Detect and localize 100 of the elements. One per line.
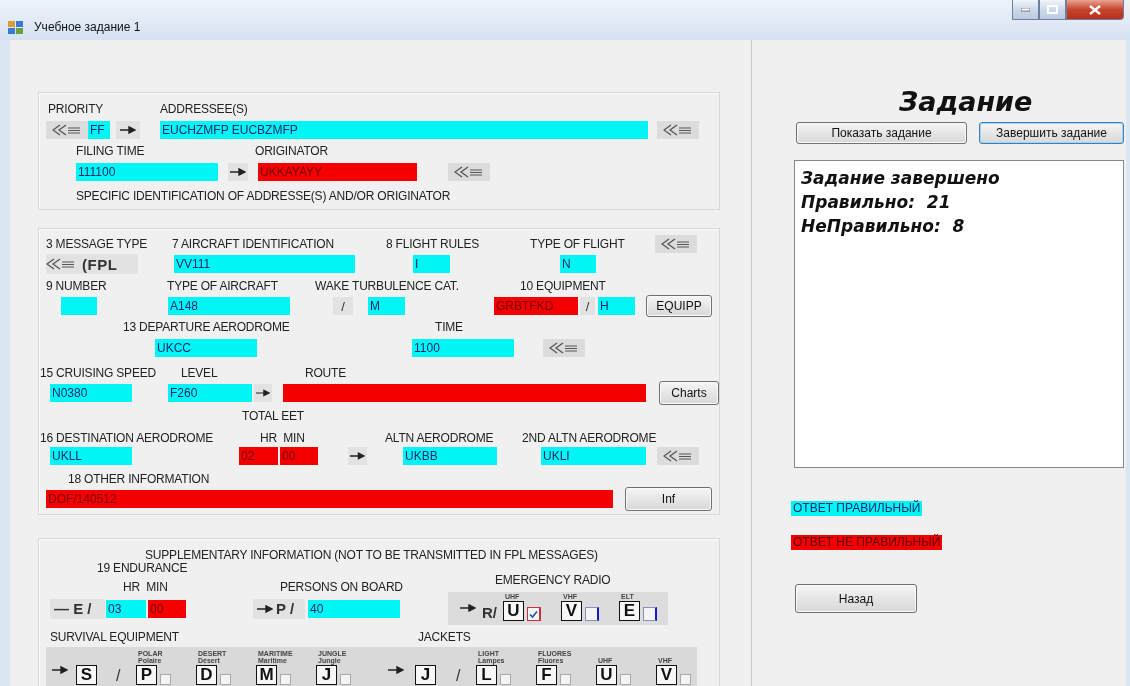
checkbox[interactable] (527, 607, 541, 621)
text-field[interactable]: UKBB (403, 447, 497, 465)
field-label: HR MIN (260, 430, 305, 445)
letter-label: P (136, 665, 157, 685)
field-label: ORIGINATOR (255, 143, 328, 158)
text-field[interactable]: H (598, 297, 635, 315)
minimize-button[interactable] (1012, 0, 1039, 20)
text-field[interactable]: 1100 (412, 339, 514, 357)
maximize-button[interactable] (1039, 0, 1066, 20)
task-button[interactable]: Показать задание (796, 122, 967, 144)
field-label: 16 DESTINATION AERODROME (40, 430, 213, 445)
text-field[interactable] (283, 384, 646, 402)
endurance-prefix-label: — E / (50, 598, 105, 619)
inf-button[interactable]: Inf (625, 487, 712, 511)
field-label: TYPE OF AIRCRAFT (167, 278, 278, 293)
text-field[interactable]: 40 (308, 599, 400, 618)
separator-label: / (580, 297, 595, 315)
chevron-lines-button[interactable] (655, 234, 697, 253)
checkbox[interactable] (160, 674, 171, 685)
persons-prefix-label: P / (276, 600, 295, 617)
checkbox[interactable] (340, 674, 351, 685)
letter-label: U (503, 601, 524, 621)
text-field[interactable]: EUCHZMFP EUCBZMFP (160, 121, 648, 139)
field-label: HR MIN (123, 580, 168, 594)
text-field[interactable] (61, 297, 97, 315)
field-label: LEVEL (181, 365, 218, 380)
checkbox[interactable] (620, 674, 631, 685)
task-button[interactable]: Завершить задание (979, 122, 1124, 144)
text-field[interactable]: UKLL (50, 447, 132, 465)
result-textbox[interactable]: Задание завершено Правильно: 21 НеПравильно: 8 (794, 160, 1124, 468)
letter-label: S (76, 665, 97, 685)
field-label: TOTAL EET (242, 409, 304, 423)
field-label: 3 MESSAGE TYPE (46, 236, 148, 251)
checkbox[interactable] (680, 674, 691, 685)
checkbox[interactable] (220, 674, 231, 685)
field-label: 13 DEPARTURE AERODROME (123, 320, 290, 334)
field-label: ALTN AERODROME (385, 430, 494, 445)
text-field[interactable]: UKCC (155, 339, 257, 357)
separator-label: / (456, 667, 461, 685)
field-label: TIME (435, 320, 463, 334)
text-field[interactable]: M (368, 297, 405, 315)
separator-label: / (333, 297, 353, 315)
message-type-value: (FPL (82, 255, 118, 273)
text-field[interactable]: UKLI (541, 447, 646, 465)
checkbox[interactable] (643, 607, 657, 621)
text-field[interactable]: N (560, 255, 596, 273)
legend-label: ОТВЕТ НЕ ПРАВИЛЬНЫЙ (791, 535, 943, 550)
field-label: WAKE TURBULENCE CAT. (315, 278, 459, 293)
field-label: 7 AIRCRAFT IDENTIFICATION (172, 236, 334, 251)
arrow-icon (460, 604, 476, 612)
arrow-icon (256, 389, 270, 397)
text-field[interactable]: 111100 (76, 163, 218, 181)
field-label: 19 ENDURANCE (97, 561, 188, 575)
arrow-icon (230, 168, 246, 176)
letter-label: M (256, 665, 277, 685)
field-label: SUPPLEMENTARY INFORMATION (NOT TO BE TRANSMITTED IN FPL MESSAGES) (145, 547, 598, 562)
field-label: 9 NUMBER (46, 278, 107, 293)
legend-label: ОТВЕТ ПРАВИЛЬНЫЙ (791, 501, 923, 516)
field-label: 2ND ALTN AERODROME (522, 430, 657, 445)
letter-label: L (476, 665, 497, 685)
chevron-lines-icon (661, 237, 691, 250)
app-icon (8, 21, 24, 35)
chevron-lines-icon (52, 124, 82, 136)
field-label: ROUTE (305, 365, 346, 380)
text-field[interactable]: I (413, 255, 450, 273)
text-field[interactable]: N0380 (50, 384, 132, 402)
checkbox[interactable] (585, 607, 599, 621)
letter-label: U (596, 665, 617, 685)
chevron-lines-icon (454, 166, 484, 178)
letter-label: V (656, 665, 677, 685)
back-button[interactable]: Назад (795, 584, 917, 613)
chevron-lines-button[interactable] (46, 121, 88, 139)
field-label: EMERGENCY RADIO (495, 573, 611, 587)
arrow-icon (350, 452, 365, 460)
field-label: FILING TIME (76, 143, 145, 158)
field-label: JACKETS (418, 630, 471, 644)
letter-label: J (415, 665, 436, 685)
text-field[interactable]: 03 (106, 599, 146, 618)
checkbox[interactable] (560, 674, 571, 685)
field-label: 8 FLIGHT RULES (386, 236, 479, 251)
text-field[interactable]: VV111 (174, 255, 355, 273)
field-label: PERSONS ON BOARD (280, 580, 403, 594)
text-field[interactable]: A148 (168, 297, 290, 315)
text-field[interactable]: F260 (168, 384, 252, 402)
chevron-lines-button[interactable] (448, 163, 490, 181)
charts-button[interactable]: Charts (659, 381, 719, 405)
checkbox[interactable] (500, 674, 511, 685)
field-label: 15 CRUISING SPEED (40, 365, 156, 380)
equipment-button[interactable]: EQUIPP (646, 295, 712, 317)
text-field[interactable]: FF (88, 121, 110, 139)
close-button[interactable] (1066, 0, 1124, 20)
checkbox[interactable] (280, 674, 291, 685)
chevron-lines-button[interactable] (657, 121, 699, 139)
minimize-icon (1021, 7, 1030, 12)
chevron-lines-button[interactable] (543, 339, 585, 357)
radio-prefix-label: R/ (482, 604, 497, 621)
arrow-icon (257, 604, 273, 613)
field-label: ADDRESSEE(S) (160, 101, 248, 116)
arrow-icon (120, 126, 136, 134)
chevron-lines-button[interactable] (657, 447, 699, 465)
